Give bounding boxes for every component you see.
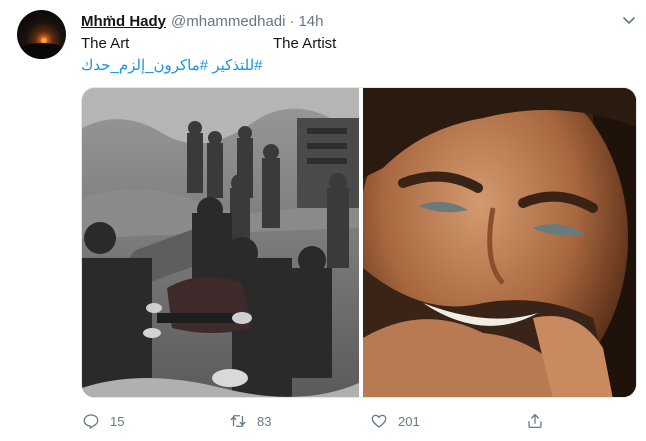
soldiers-carrying-body-photo[interactable] xyxy=(82,88,359,397)
portrait-photo-art xyxy=(358,88,636,397)
tweet-timestamp[interactable]: 14h xyxy=(298,13,323,30)
author-name[interactable]: Mhm̈d Hady xyxy=(81,13,166,30)
chevron-down-icon[interactable] xyxy=(621,12,637,28)
soldiers-photo-art xyxy=(82,88,359,397)
reply-icon xyxy=(83,414,99,429)
like-count: 201 xyxy=(398,413,420,429)
avatar[interactable] xyxy=(17,10,66,59)
tweet-actions: 15 83 201 xyxy=(0,405,646,437)
like-button[interactable]: 201 xyxy=(370,405,420,437)
share-button[interactable] xyxy=(526,405,554,437)
header-separator: · xyxy=(289,12,295,30)
tweet-text-left: The Art xyxy=(81,35,130,52)
media-grid[interactable] xyxy=(81,87,637,398)
retweet-icon xyxy=(230,415,246,427)
tweet-card[interactable]: Mhm̈d Hady @mhammedhadi · 14h The Art Th… xyxy=(0,0,646,441)
reply-count: 15 xyxy=(110,413,125,429)
like-icon xyxy=(371,414,387,428)
share-icon xyxy=(528,413,542,429)
tweet-header: Mhm̈d Hady @mhammedhadi · 14h xyxy=(81,11,324,31)
reply-button[interactable]: 15 xyxy=(82,405,124,437)
author-handle[interactable]: @mhammedhadi xyxy=(171,13,285,30)
hashtag-links[interactable]: #للتذكير #ماكرون_إلزم_حدك xyxy=(81,56,263,74)
tweet-text-right: The Artist xyxy=(273,35,337,52)
retweet-button[interactable]: 83 xyxy=(229,405,271,437)
smiling-man-portrait-photo[interactable] xyxy=(358,88,636,397)
retweet-count: 83 xyxy=(257,413,272,429)
